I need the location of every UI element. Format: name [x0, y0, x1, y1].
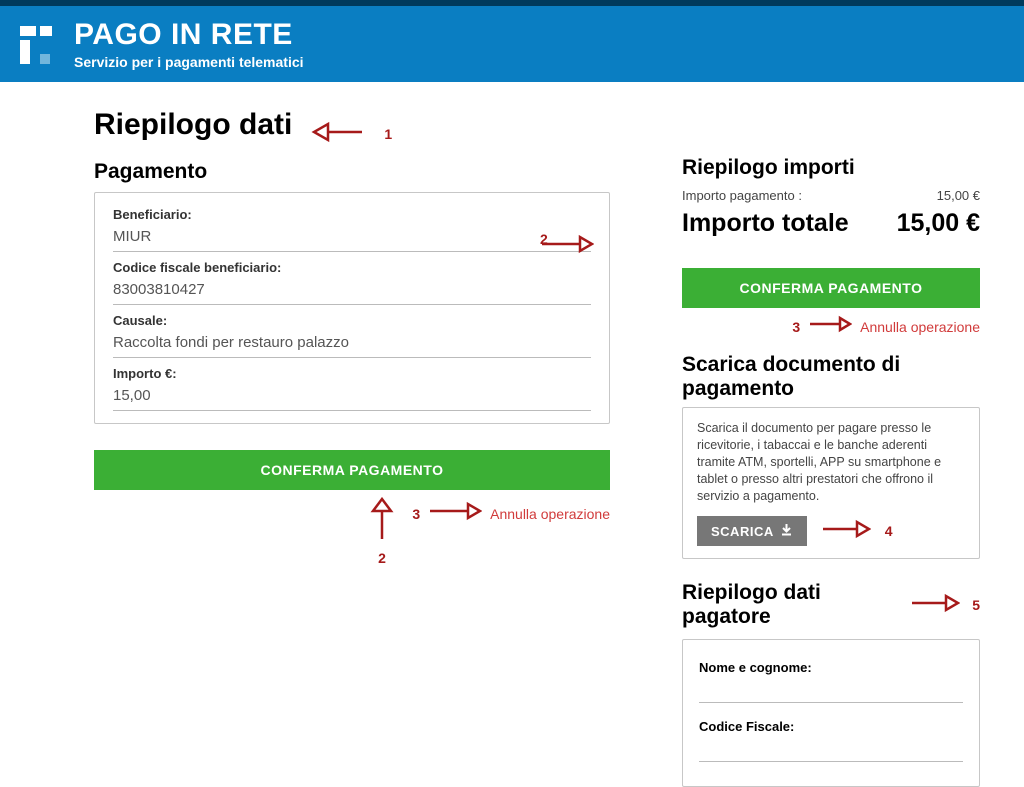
payment-section-label: Pagamento — [94, 160, 610, 184]
arrow-up-icon — [367, 497, 397, 546]
cancel-operation-link-right[interactable]: Annulla operazione — [860, 319, 980, 335]
cancel-operation-link[interactable]: Annulla operazione — [490, 506, 610, 522]
callout-2-right-num: 2 — [540, 231, 548, 247]
download-description: Scarica il documento per pagare presso l… — [697, 420, 965, 504]
callout-1: 1 — [384, 126, 392, 142]
summary-row-value: 15,00 € — [937, 188, 980, 203]
confirm-payment-button[interactable]: CONFERMA PAGAMENTO — [94, 450, 610, 490]
arrow-left-icon — [310, 118, 366, 151]
download-box: Scarica il documento per pagare presso l… — [682, 407, 980, 559]
arrow-right-icon — [428, 500, 482, 527]
arrow-right-icon — [821, 518, 871, 545]
beneficiary-value: MIUR — [113, 222, 591, 252]
beneficiary-label: Beneficiario: — [113, 207, 591, 222]
summary-row-label: Importo pagamento : — [682, 188, 802, 203]
callout-2-right — [540, 231, 594, 260]
tax-code-label: Codice fiscale beneficiario: — [113, 260, 591, 275]
amount-value: 15,00 — [113, 381, 591, 411]
download-button[interactable]: SCARICA — [697, 516, 807, 546]
confirm-payment-button-right[interactable]: CONFERMA PAGAMENTO — [682, 268, 980, 308]
callout-3-left: 3 — [412, 506, 420, 522]
total-label: Importo totale — [682, 209, 849, 238]
callout-2-left: 2 — [378, 550, 386, 566]
amount-label: Importo €: — [113, 366, 591, 381]
reason-label: Causale: — [113, 313, 591, 328]
callout-5: 5 — [972, 597, 980, 613]
app-logo — [18, 24, 60, 66]
download-section-label: Scarica documento di pagamento — [682, 353, 980, 401]
tax-code-value: 83003810427 — [113, 275, 591, 305]
app-header: PAGO IN RETE Servizio per i pagamenti te… — [0, 6, 1024, 82]
payer-taxcode-line — [699, 740, 963, 762]
arrow-right-icon — [910, 592, 960, 619]
payer-name-line — [699, 681, 963, 703]
app-subtitle: Servizio per i pagamenti telematici — [74, 54, 304, 70]
payer-taxcode-label: Codice Fiscale: — [699, 719, 963, 734]
arrow-right-icon — [808, 314, 852, 339]
payer-section-label: Riepilogo dati pagatore — [682, 581, 898, 629]
app-title: PAGO IN RETE — [74, 20, 304, 50]
payment-card: Beneficiario: MIUR Codice fiscale benefi… — [94, 192, 610, 424]
download-icon — [780, 523, 793, 539]
payer-box: Nome e cognome: Codice Fiscale: — [682, 639, 980, 787]
reason-value: Raccolta fondi per restauro palazzo — [113, 328, 591, 358]
payer-name-label: Nome e cognome: — [699, 660, 963, 675]
download-button-label: SCARICA — [711, 524, 774, 539]
summary-section-label: Riepilogo importi — [682, 156, 980, 180]
page-title: Riepilogo dati — [94, 108, 292, 142]
total-value: 15,00 € — [897, 209, 980, 238]
callout-3-right: 3 — [792, 319, 800, 335]
callout-4: 4 — [885, 523, 893, 539]
